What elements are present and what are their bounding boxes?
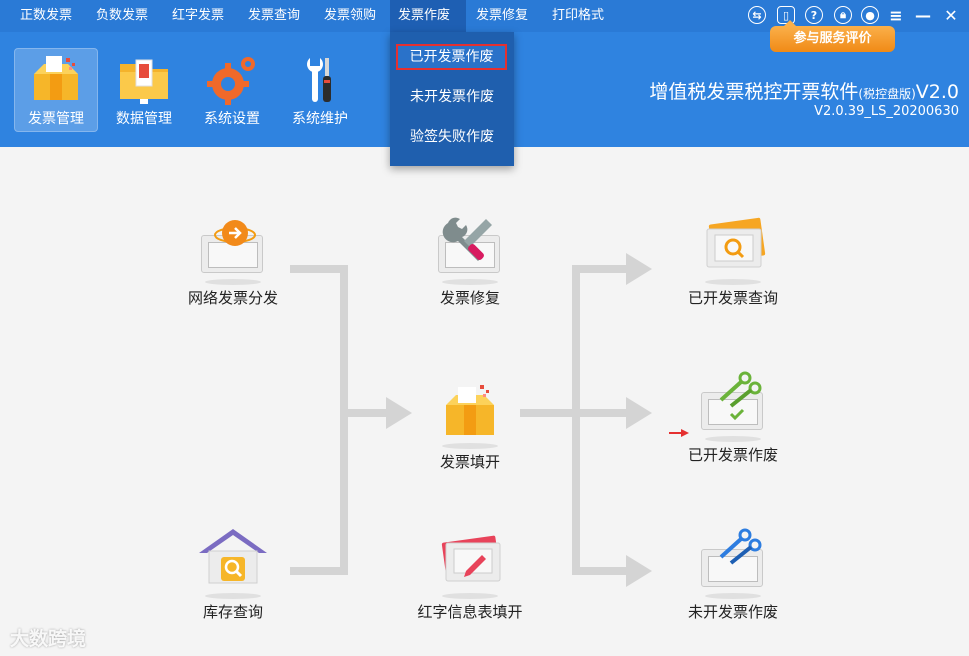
node-network-invoice-distribute[interactable]: 网络发票分发: [163, 213, 303, 309]
invoice-box-icon: [34, 56, 78, 100]
lock-icon[interactable]: 🔒︎: [834, 6, 852, 24]
menu-invoice-purchase[interactable]: 发票领购: [316, 0, 384, 32]
toolbar-button-label: 系统维护: [292, 111, 348, 127]
invoice-void-dropdown: 已开发票作废 未开发票作废 验签失败作废: [390, 32, 514, 166]
service-evaluation-button[interactable]: 参与服务评价: [770, 20, 895, 52]
flow-connector: [572, 409, 630, 417]
dropdown-issued-invoice-void[interactable]: 已开发票作废: [396, 44, 507, 70]
menu-invoice-repair[interactable]: 发票修复: [468, 0, 536, 32]
pointer-arrow-icon: [669, 429, 689, 437]
app-version-suffix: V2.0: [915, 81, 959, 103]
app-title-text: 增值税发票税控开票软件: [649, 81, 859, 103]
watermark: 大数跨境: [10, 628, 87, 650]
node-issued-invoice-void[interactable]: 已开发票作废: [663, 370, 803, 466]
red-form-pen-icon: [430, 527, 510, 599]
toolbar-system-maintenance-button[interactable]: 系统维护: [278, 48, 362, 132]
menu-invoice-query[interactable]: 发票查询: [240, 0, 308, 32]
dropdown-signature-failed-void[interactable]: 验签失败作废: [390, 124, 514, 150]
menu-print-format[interactable]: 打印格式: [544, 0, 612, 32]
menu-icon[interactable]: ≡: [887, 6, 905, 25]
flow-connector: [340, 265, 348, 575]
node-label: 发票填开: [439, 453, 500, 471]
flow-connector: [572, 567, 630, 575]
flow-connector: [340, 409, 390, 417]
minimize-icon[interactable]: —: [914, 6, 932, 25]
ticket-search-icon: [693, 213, 773, 285]
flow-connector: [572, 265, 630, 273]
help-icon[interactable]: ?: [805, 6, 823, 24]
toolbar-data-management-button[interactable]: 数据管理: [102, 48, 186, 132]
node-red-info-form-fill[interactable]: 红字信息表填开: [400, 527, 540, 623]
gear-icon: [207, 57, 255, 105]
toolbar-system-settings-button[interactable]: 系统设置: [190, 48, 274, 132]
menu-positive-invoice[interactable]: 正数发票: [12, 0, 80, 32]
toolbar-button-label: 系统设置: [204, 111, 260, 127]
toolbar-button-label: 数据管理: [116, 111, 172, 127]
flow-arrow: [626, 555, 652, 587]
menu-invoice-void[interactable]: 发票作废: [390, 0, 466, 32]
wrench-ticket-icon: [430, 213, 510, 285]
exchange-icon[interactable]: ⇆: [748, 6, 766, 24]
node-label: 红字信息表填开: [417, 603, 523, 621]
flow-arrow: [626, 397, 652, 429]
node-label: 已开发票作废: [687, 446, 778, 464]
ticket-scissors-blue-icon: [693, 527, 773, 599]
network-distribute-icon: [193, 213, 273, 285]
node-label: 未开发票作废: [687, 603, 778, 621]
app-edition: (税控盘版): [858, 87, 916, 101]
app-version: V2.0.39_LS_20200630: [814, 104, 959, 119]
node-inventory-query[interactable]: 库存查询: [163, 527, 303, 623]
toolbar-button-label: 发票管理: [28, 111, 84, 127]
flow-connector: [572, 265, 580, 575]
close-icon[interactable]: ✕: [942, 6, 960, 25]
app-title: 增值税发票税控开票软件(税控盘版)V2.0: [649, 77, 959, 104]
tools-icon: [307, 58, 331, 102]
node-invoice-repair[interactable]: 发票修复: [400, 213, 540, 309]
node-label: 发票修复: [439, 289, 500, 307]
warehouse-search-icon: [193, 527, 273, 599]
ticket-scissors-green-icon: [693, 370, 773, 442]
user-icon[interactable]: ●: [861, 6, 879, 24]
menu-negative-invoice[interactable]: 负数发票: [88, 0, 156, 32]
node-issued-invoice-query[interactable]: 已开发票查询: [663, 213, 803, 309]
toolbar-invoice-management-button[interactable]: 发票管理: [14, 48, 98, 132]
flow-arrow: [626, 253, 652, 285]
node-invoice-fill[interactable]: 发票填开: [400, 377, 540, 473]
invoice-box-icon: [430, 377, 510, 449]
node-unissued-invoice-void[interactable]: 未开发票作废: [663, 527, 803, 623]
menu-red-invoice[interactable]: 红字发票: [164, 0, 232, 32]
folder-icon: [120, 59, 168, 104]
node-label: 网络发票分发: [187, 289, 278, 307]
node-label: 已开发票查询: [687, 289, 778, 307]
node-label: 库存查询: [202, 603, 263, 621]
dropdown-unissued-invoice-void[interactable]: 未开发票作废: [390, 84, 514, 110]
